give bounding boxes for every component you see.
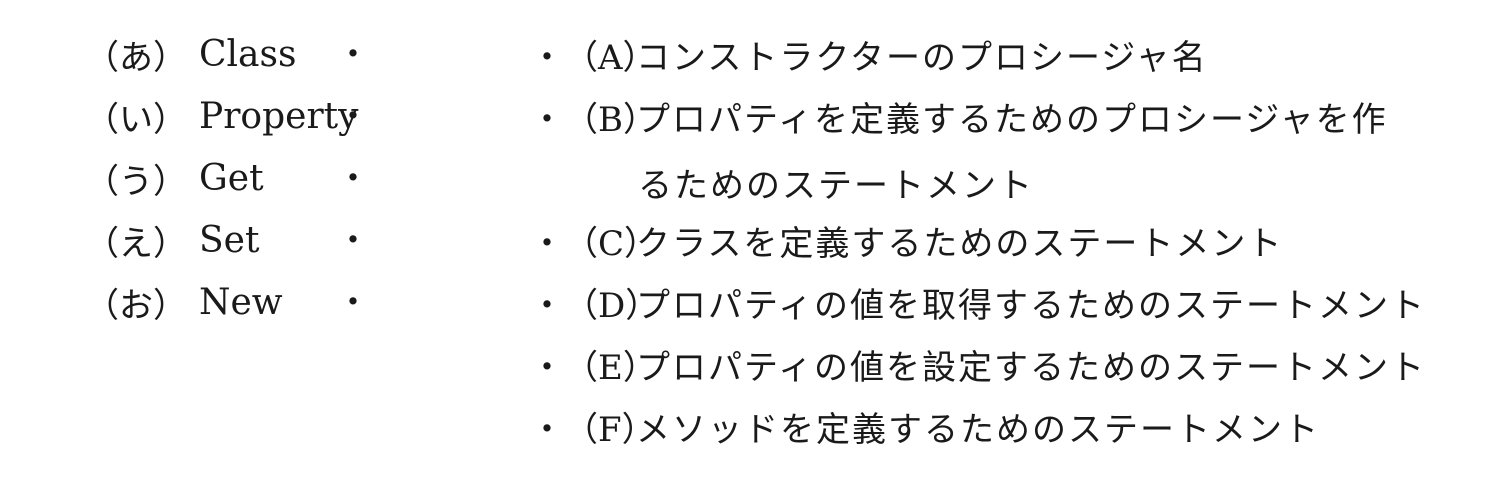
left-item-keyword: Class	[199, 33, 297, 75]
left-connector-dot-u[interactable]: ・	[336, 162, 370, 196]
left-item-e: （え） Set	[85, 219, 260, 264]
left-item-i: （い） Property	[85, 95, 359, 140]
right-item-b-continuation: るためのステートメント	[638, 166, 1034, 206]
left-connector-dot-i[interactable]: ・	[336, 100, 370, 134]
right-item-a: ・ （A） コンストラクターのプロシージャ名	[530, 34, 1208, 78]
right-item-b: ・ （B） プロパティを定義するためのプロシージャを作	[530, 96, 1388, 140]
left-connector-dot-a[interactable]: ・	[336, 38, 370, 72]
left-item-label: （あ）	[85, 37, 187, 78]
right-connector-dot-b[interactable]: ・	[530, 92, 564, 141]
right-item-label: （E）	[564, 347, 657, 388]
left-item-label: （お）	[85, 285, 187, 326]
left-item-keyword: Get	[199, 157, 264, 199]
left-connector-dot-e[interactable]: ・	[336, 224, 370, 258]
left-item-keyword: Set	[199, 219, 260, 261]
left-item-label: （う）	[85, 161, 187, 202]
right-connector-dot-d[interactable]: ・	[530, 278, 564, 327]
right-connector-dot-f[interactable]: ・	[530, 402, 564, 451]
right-item-label: （B）	[564, 99, 657, 140]
left-item-o: （お） New	[85, 281, 283, 326]
left-item-a: （あ） Class	[85, 33, 297, 78]
right-connector-dot-c[interactable]: ・	[530, 216, 564, 265]
right-connector-dot-a[interactable]: ・	[530, 30, 564, 79]
right-item-f: ・ （F） メソッドを定義するためのステートメント	[530, 406, 1320, 450]
right-item-text: コンストラクターのプロシージャ名	[636, 37, 1208, 78]
right-item-text: プロパティの値を設定するためのステートメント	[636, 347, 1426, 388]
left-item-label: （え）	[85, 223, 187, 264]
right-item-text: メソッドを定義するためのステートメント	[636, 409, 1320, 450]
right-item-c: ・ （C） クラスを定義するためのステートメント	[530, 220, 1283, 264]
right-item-text: プロパティを定義するためのプロシージャを作	[636, 99, 1388, 140]
right-item-label: （F）	[564, 409, 656, 450]
right-item-label: （C）	[564, 223, 659, 264]
right-item-text: クラスを定義するためのステートメント	[636, 223, 1284, 264]
right-item-label: （A）	[564, 37, 657, 78]
right-connector-dot-e[interactable]: ・	[530, 340, 564, 389]
right-item-text: プロパティの値を取得するためのステートメント	[636, 285, 1426, 326]
left-item-keyword: New	[199, 281, 283, 323]
left-item-label: （い）	[85, 99, 187, 140]
left-item-keyword: Property	[199, 95, 359, 137]
left-connector-dot-o[interactable]: ・	[336, 286, 370, 320]
right-item-e: ・ （E） プロパティの値を設定するためのステートメント	[530, 344, 1426, 388]
right-item-label: （D）	[564, 285, 660, 326]
right-item-d: ・ （D） プロパティの値を取得するためのステートメント	[530, 282, 1426, 326]
left-item-u: （う） Get	[85, 157, 264, 202]
